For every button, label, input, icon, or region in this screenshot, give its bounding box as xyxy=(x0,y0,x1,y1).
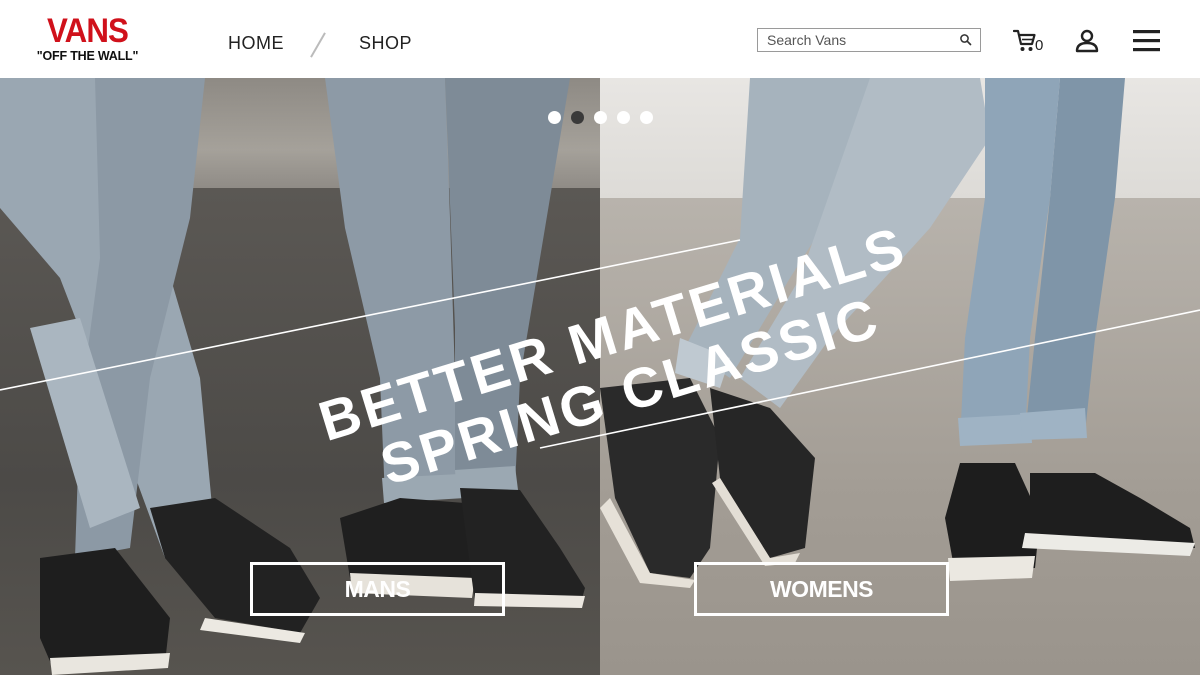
nav-shop-link[interactable]: SHOP xyxy=(359,33,412,54)
carousel-dot-3[interactable] xyxy=(594,111,607,124)
shop-mans-button[interactable]: MANS xyxy=(250,562,505,616)
cart-icon xyxy=(1012,29,1036,51)
carousel-dot-1[interactable] xyxy=(548,111,561,124)
shop-womens-button[interactable]: WOMENS xyxy=(694,562,949,616)
cart-count-badge: 0 xyxy=(1035,37,1044,54)
cart-button[interactable]: 0 xyxy=(1012,28,1047,54)
menu-button[interactable] xyxy=(1133,29,1160,53)
carousel-dot-4[interactable] xyxy=(617,111,630,124)
logo-tagline: "OFF THE WALL" xyxy=(36,49,139,63)
carousel-indicators xyxy=(548,111,653,125)
site-header: VANS "OFF THE WALL" HOME SHOP 0 xyxy=(0,0,1200,78)
nav-separator xyxy=(310,32,326,58)
logo-wordmark: VANS xyxy=(47,12,129,50)
vans-logo[interactable]: VANS "OFF THE WALL" xyxy=(30,14,145,68)
account-button[interactable] xyxy=(1075,28,1099,54)
user-icon xyxy=(1075,29,1099,53)
search-input[interactable] xyxy=(758,29,953,51)
search-icon[interactable] xyxy=(959,33,973,47)
hero-banner: BETTER MATERIALS SPRING CLASSIC MANS WOM… xyxy=(0,78,1200,675)
search-box xyxy=(757,28,981,52)
hamburger-menu-icon xyxy=(1133,30,1160,52)
carousel-dot-2[interactable] xyxy=(571,111,584,124)
carousel-dot-5[interactable] xyxy=(640,111,653,124)
nav-home-link[interactable]: HOME xyxy=(228,33,284,54)
